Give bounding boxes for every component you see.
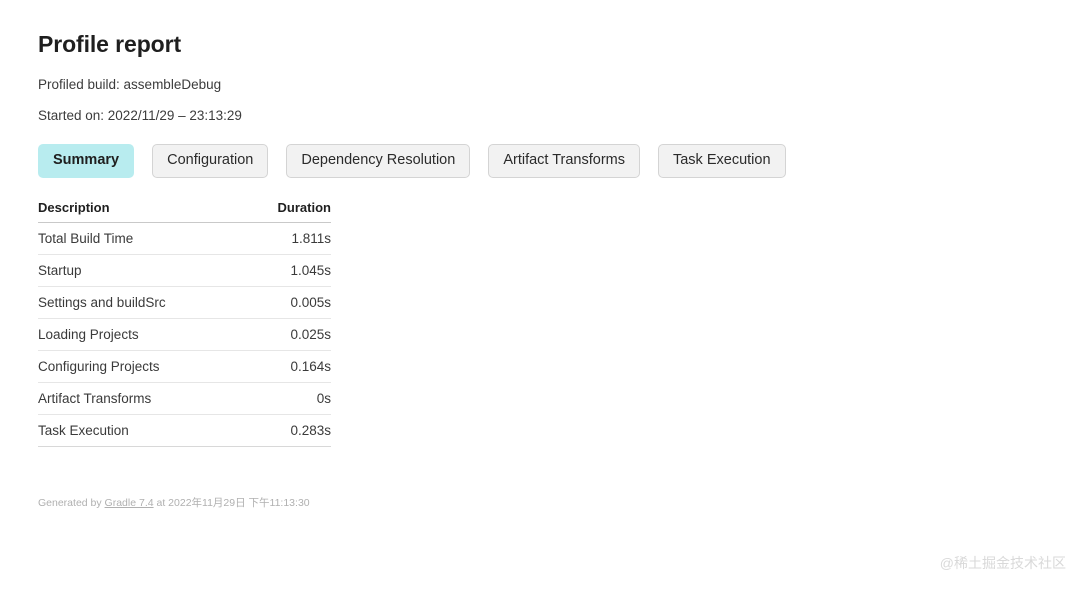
footer-generated-by: Generated by Gradle 7.4 at 2022年11月29日 下… <box>38 496 310 510</box>
profile-report-page: Profile report Profiled build: assembleD… <box>38 30 1048 447</box>
tab-artifact-transforms[interactable]: Artifact Transforms <box>488 144 640 178</box>
row-duration: 0.283s <box>244 414 331 447</box>
table-row: Settings and buildSrc 0.005s <box>38 286 331 319</box>
tab-task-execution[interactable]: Task Execution <box>657 144 786 178</box>
table-row: Task Execution 0.283s <box>38 414 331 447</box>
row-duration: 0.005s <box>244 286 331 319</box>
tab-configuration[interactable]: Configuration <box>152 144 269 178</box>
row-description: Loading Projects <box>38 318 245 351</box>
row-duration: 1.045s <box>244 254 331 287</box>
table-header: Description Duration <box>38 200 331 223</box>
row-duration: 0.164s <box>244 350 331 383</box>
table-row: Artifact Transforms 0s <box>38 382 331 415</box>
column-header-description: Description <box>38 200 245 223</box>
table-row: Total Build Time 1.811s <box>38 222 331 255</box>
report-tabs: Summary Configuration Dependency Resolut… <box>38 144 1048 178</box>
profiled-build-label: Profiled build: assembleDebug <box>38 77 222 92</box>
table-row: Loading Projects 0.025s <box>38 318 331 351</box>
table-row: Startup 1.045s <box>38 254 331 287</box>
column-header-duration: Duration <box>244 200 331 223</box>
tab-dependency-resolution[interactable]: Dependency Resolution <box>286 144 471 178</box>
started-on-label: Started on: 2022/11/29 – 23:13:29 <box>38 108 242 123</box>
gradle-version-link[interactable]: Gradle 7.4 <box>105 497 154 509</box>
row-description: Startup <box>38 254 245 287</box>
row-duration: 0.025s <box>244 318 331 351</box>
row-description: Total Build Time <box>38 222 245 255</box>
row-description: Artifact Transforms <box>38 382 245 415</box>
row-duration: 1.811s <box>244 222 331 255</box>
page-title: Profile report <box>38 31 182 57</box>
footer-suffix: at 2022年11月29日 下午11:13:30 <box>153 497 310 509</box>
summary-table: Description Duration Total Build Time 1.… <box>38 200 331 447</box>
row-description: Settings and buildSrc <box>38 286 245 319</box>
table-row: Configuring Projects 0.164s <box>38 350 331 383</box>
watermark: @稀土掘金技术社区 <box>939 555 1066 571</box>
table-header-row: Description Duration <box>38 200 331 223</box>
row-description: Task Execution <box>38 414 245 447</box>
row-description: Configuring Projects <box>38 350 245 383</box>
footer-prefix: Generated by <box>38 497 105 509</box>
row-duration: 0s <box>244 382 331 415</box>
table-body: Total Build Time 1.811s Startup 1.045s S… <box>38 222 331 447</box>
tab-summary[interactable]: Summary <box>38 144 135 178</box>
